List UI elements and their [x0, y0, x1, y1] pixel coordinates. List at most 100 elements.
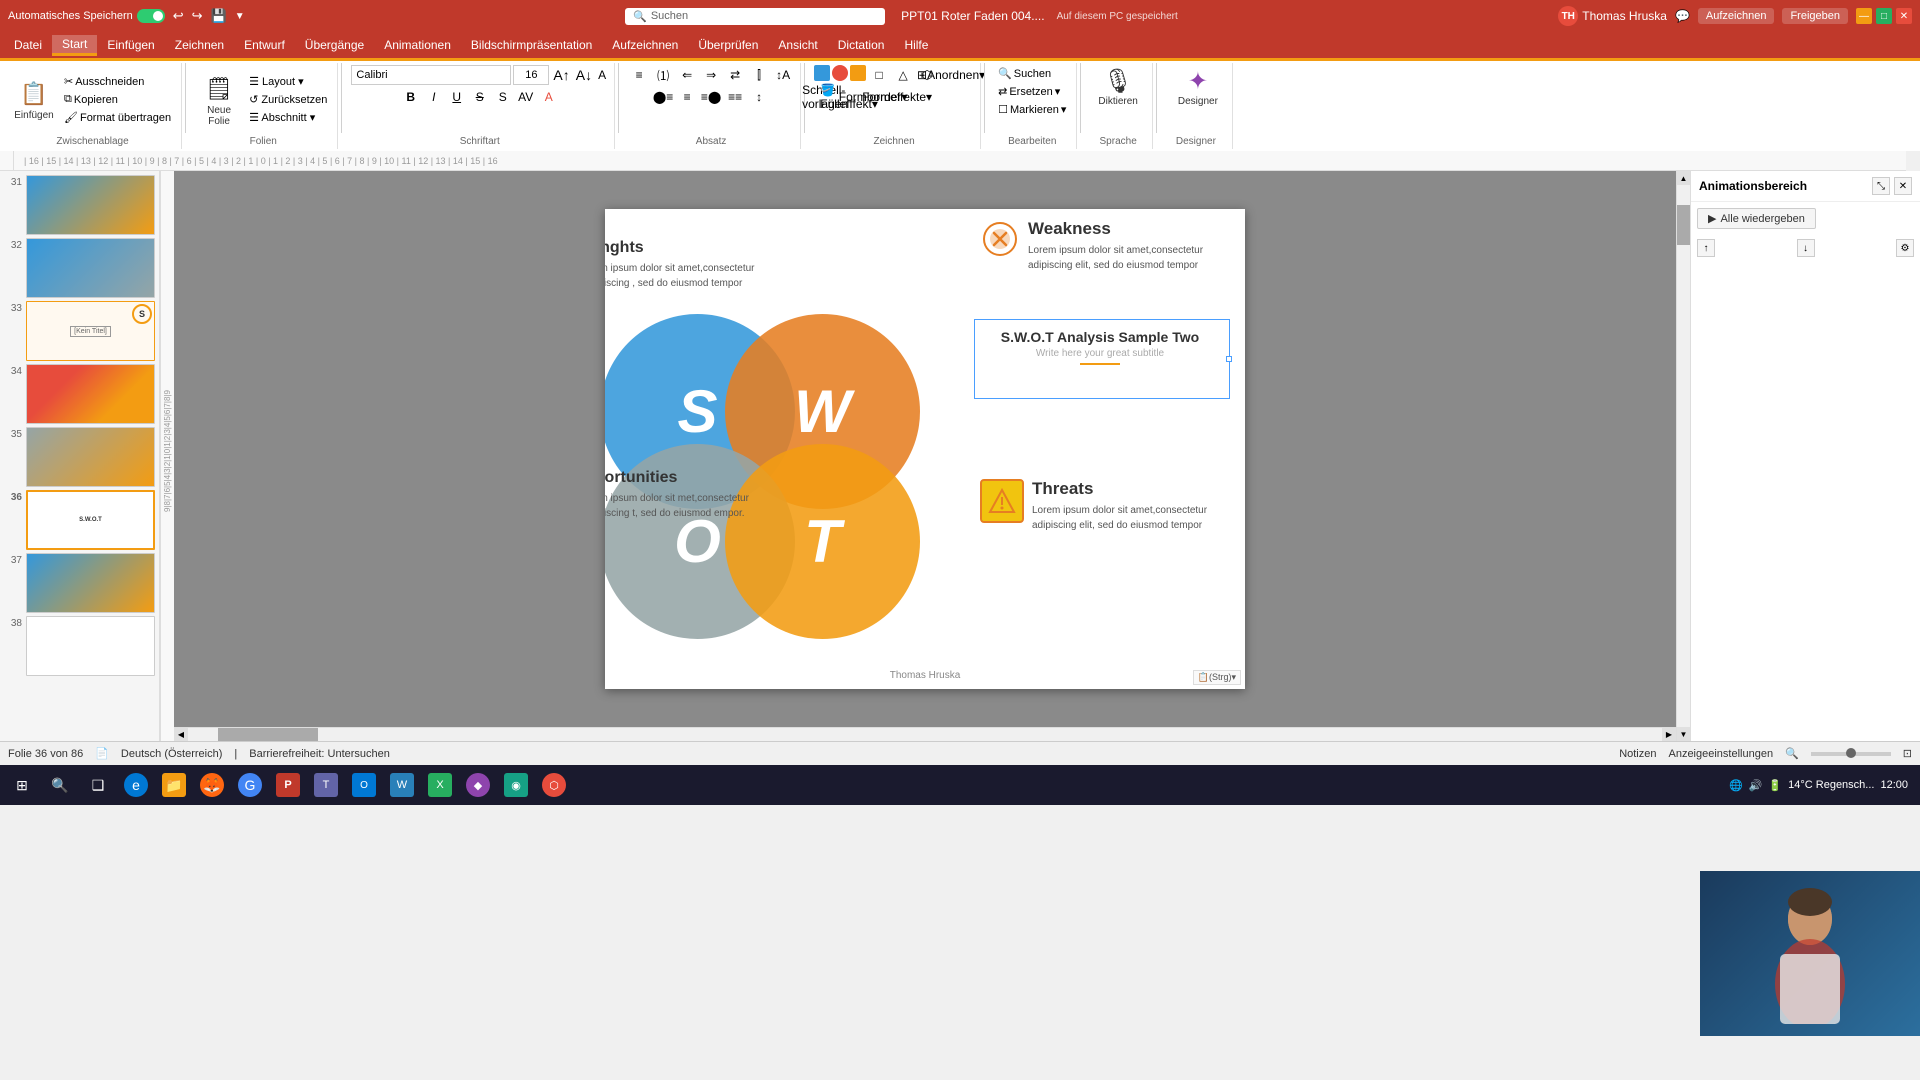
shadow-button[interactable]: S: [492, 87, 514, 107]
slide-35-item[interactable]: 35 ★: [4, 427, 155, 487]
align-right-button[interactable]: ≡⬤: [700, 87, 722, 107]
bullet-list-button[interactable]: ≡: [628, 65, 650, 85]
h-scroll-right[interactable]: ▶: [1662, 728, 1676, 742]
paste-button[interactable]: 📋 Einfügen: [10, 76, 58, 123]
battery-icon[interactable]: 🔋: [1768, 779, 1782, 792]
dictation-button[interactable]: 🎙 Diktieren: [1090, 65, 1145, 109]
slide-36-thumb[interactable]: S.W.O.T: [26, 490, 155, 550]
slide-33-item[interactable]: 33 [Kein Titel] S: [4, 301, 155, 361]
slide-37-thumb[interactable]: [26, 553, 155, 613]
slide-title-section[interactable]: S.W.O.T Analysis Sample Two Write here y…: [975, 329, 1225, 369]
font-color-button[interactable]: A: [538, 87, 560, 107]
zoom-slider[interactable]: [1811, 752, 1891, 756]
slide-38-item[interactable]: 38: [4, 616, 155, 676]
char-spacing-button[interactable]: AV: [515, 87, 537, 107]
slide-37-item[interactable]: 37: [4, 553, 155, 613]
cut-button[interactable]: ✂ Ausschneiden: [60, 73, 175, 90]
slide-32-thumb[interactable]: ★: [26, 238, 155, 298]
notes-button[interactable]: Notizen: [1619, 748, 1656, 760]
new-slide-button[interactable]: 🗒 NeueFolie: [195, 71, 243, 129]
menu-ansicht[interactable]: Ansicht: [768, 36, 827, 54]
slide-38-thumb[interactable]: [26, 616, 155, 676]
menu-bildschirm[interactable]: Bildschirmpräsentation: [461, 36, 602, 54]
strikethrough-button[interactable]: S: [469, 87, 491, 107]
zoom-thumb[interactable]: [1846, 748, 1856, 758]
play-all-button[interactable]: ▶ Alle wiedergeben: [1697, 208, 1816, 229]
taskbar-excel[interactable]: X: [422, 767, 458, 803]
layout-button[interactable]: ☰ Layout ▾: [245, 73, 331, 90]
shape-button-5[interactable]: △: [892, 65, 914, 85]
v-scroll-up[interactable]: ▲: [1677, 171, 1691, 185]
taskbar-windows[interactable]: ⊞: [4, 767, 40, 803]
arrange-button[interactable]: ⊞Anordnen▾: [940, 65, 962, 85]
increase-indent-button[interactable]: ⇒: [700, 65, 722, 85]
format-painter-button[interactable]: 🖌 Format übertragen: [60, 109, 175, 126]
v-scroll-track[interactable]: [1677, 185, 1690, 727]
slide-31-item[interactable]: 31: [4, 175, 155, 235]
display-settings-button[interactable]: Anzeigeeinstellungen: [1668, 748, 1773, 760]
fit-slide-button[interactable]: ⊡: [1903, 747, 1912, 760]
chat-icon[interactable]: 💬: [1675, 9, 1690, 23]
numbered-list-button[interactable]: ⑴: [652, 65, 674, 85]
taskbar-powerpoint[interactable]: P: [270, 767, 306, 803]
effects-button[interactable]: Formeffekte▾: [886, 87, 908, 107]
slide-canvas[interactable]: S W O T: [605, 209, 1245, 689]
copy-button[interactable]: ⧉ Kopieren: [60, 91, 175, 108]
ctrl-paste-button[interactable]: 📋(Strg)▾: [1193, 670, 1241, 685]
v-scroll-thumb[interactable]: [1677, 205, 1690, 245]
menu-hilfe[interactable]: Hilfe: [894, 36, 938, 54]
undo-icon[interactable]: ↩: [173, 8, 184, 24]
record-btn[interactable]: Aufzeichnen: [1698, 8, 1775, 24]
menu-zeichnen[interactable]: Zeichnen: [165, 36, 234, 54]
v-scroll-down[interactable]: ▼: [1677, 727, 1691, 741]
underline-button[interactable]: U: [446, 87, 468, 107]
font-size-input[interactable]: [513, 65, 549, 85]
autosave-switch[interactable]: [137, 9, 165, 23]
taskbar-explorer[interactable]: 📁: [156, 767, 192, 803]
shape-button-2[interactable]: [832, 65, 848, 81]
zoom-icon[interactable]: 🔍: [1785, 747, 1799, 760]
taskbar-firefox[interactable]: 🦊: [194, 767, 230, 803]
h-scrollbar[interactable]: ◀ ▶: [174, 727, 1676, 741]
taskbar-outlook[interactable]: O: [346, 767, 382, 803]
replace-button[interactable]: ⇄ Ersetzen ▾: [994, 83, 1070, 100]
expand-icon[interactable]: ⤡: [1872, 177, 1890, 195]
slide-31-thumb[interactable]: [26, 175, 155, 235]
reset-button[interactable]: ↺ Zurücksetzen: [245, 91, 331, 108]
select-button[interactable]: ☐ Markieren ▾: [994, 101, 1070, 118]
shape-button-3[interactable]: [850, 65, 866, 81]
shape-button-1[interactable]: [814, 65, 830, 81]
close-button[interactable]: ✕: [1896, 8, 1912, 24]
slide-32-item[interactable]: 32 ★: [4, 238, 155, 298]
dropdown-icon[interactable]: ▼: [235, 11, 245, 22]
taskbar-app2[interactable]: ◉: [498, 767, 534, 803]
decrease-indent-button[interactable]: ⇐: [676, 65, 698, 85]
anim-prev-button[interactable]: ↑: [1697, 239, 1715, 257]
text-direction-button[interactable]: ↕A: [772, 65, 794, 85]
decrease-font-button[interactable]: A↓: [574, 67, 594, 83]
taskbar-taskview[interactable]: ❑: [80, 767, 116, 803]
taskbar-app3[interactable]: ⬡: [536, 767, 572, 803]
network-icon[interactable]: 🌐: [1729, 779, 1743, 792]
menu-start[interactable]: Start: [52, 35, 97, 56]
menu-aufzeichnen[interactable]: Aufzeichnen: [602, 36, 688, 54]
taskbar-edge[interactable]: e: [118, 767, 154, 803]
resize-handle[interactable]: [1226, 356, 1232, 362]
slide-36-item[interactable]: 36 S.W.O.T: [4, 490, 155, 550]
menu-animationen[interactable]: Animationen: [374, 36, 461, 54]
redo-icon[interactable]: ↪: [192, 8, 203, 24]
anim-settings-icon[interactable]: ⚙: [1896, 239, 1914, 257]
maximize-button[interactable]: □: [1876, 8, 1892, 24]
menu-uebergaenge[interactable]: Übergänge: [295, 36, 374, 54]
menu-einfuegen[interactable]: Einfügen: [97, 36, 164, 54]
columns-button[interactable]: ⫿: [748, 65, 770, 85]
menu-entwurf[interactable]: Entwurf: [234, 36, 295, 54]
align-justify-button[interactable]: ≡≡: [724, 87, 746, 107]
slide-34-thumb[interactable]: [26, 364, 155, 424]
taskbar-teams[interactable]: T: [308, 767, 344, 803]
volume-icon[interactable]: 🔊: [1749, 779, 1763, 792]
designer-button[interactable]: ✦ Designer: [1170, 65, 1226, 109]
menu-datei[interactable]: Datei: [4, 36, 52, 54]
slide-33-thumb[interactable]: [Kein Titel] S: [26, 301, 155, 361]
save-icon[interactable]: 💾: [211, 8, 227, 24]
